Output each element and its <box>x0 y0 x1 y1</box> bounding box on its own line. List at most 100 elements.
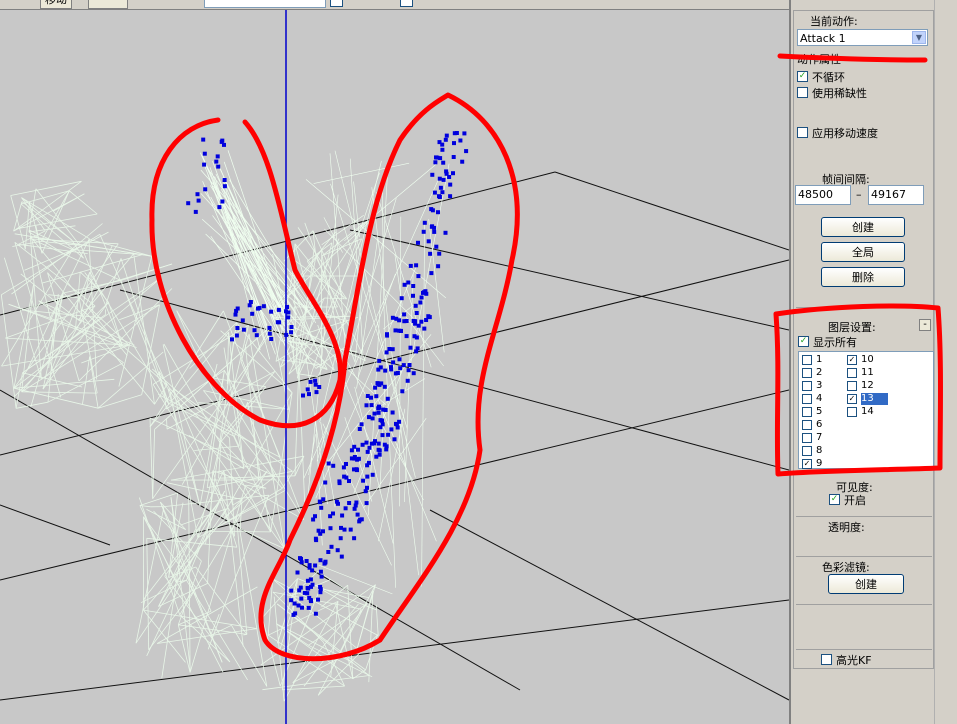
keyframe-point <box>318 558 323 563</box>
layer-checkbox[interactable] <box>802 407 812 417</box>
keyframe-point <box>369 403 374 408</box>
layer-list[interactable]: 1 2 3 4 5 6 7 8 ✓ 9 ✓ 10 11 12 ✓ 13 14 <box>798 351 934 469</box>
layer-label[interactable]: 11 <box>861 367 874 379</box>
floor-grid-line <box>554 171 789 251</box>
keyframe-point <box>267 325 272 330</box>
keyframe-point <box>195 192 200 197</box>
keyframe-point <box>331 511 335 516</box>
keyframe-point <box>390 315 395 320</box>
bone-line <box>217 163 291 317</box>
create-button[interactable]: 创建 <box>821 217 905 237</box>
tab-move[interactable]: 移动 <box>40 0 72 9</box>
scene-canvas[interactable] <box>0 0 789 724</box>
layer-checkbox[interactable] <box>802 446 812 456</box>
keyframe-point <box>326 461 331 466</box>
layer-checkbox[interactable]: ✓ <box>847 355 857 365</box>
keyframe-point <box>438 185 443 190</box>
keyframe-point <box>408 345 413 350</box>
layer-label[interactable]: 12 <box>861 380 874 392</box>
keyframe-point <box>360 442 365 447</box>
layer-label[interactable]: 1 <box>816 354 822 366</box>
layer-label[interactable]: 8 <box>816 445 822 457</box>
keyframe-point <box>370 416 375 421</box>
keyframe-point <box>391 360 396 365</box>
toolbar-dropdown[interactable] <box>204 0 326 8</box>
layer-checkbox[interactable] <box>847 407 857 417</box>
color-filter-label: 色彩滤镜: <box>822 561 870 574</box>
keyframe-point <box>443 137 448 142</box>
keyframe-point <box>397 357 402 362</box>
show-all-checkbox[interactable]: ✓ <box>798 336 809 347</box>
layer-label[interactable]: 5 <box>816 406 822 418</box>
keyframe-point <box>318 590 323 595</box>
keyframe-point <box>311 517 316 522</box>
delete-button[interactable]: 删除 <box>821 267 905 287</box>
no-loop-checkbox[interactable]: ✓ <box>797 71 808 82</box>
wireframe-edge <box>89 356 99 409</box>
use-sparse-label: 使用稀缺性 <box>812 87 867 100</box>
layer-checkbox[interactable] <box>802 394 812 404</box>
layer-checkbox[interactable]: ✓ <box>847 394 857 404</box>
keyframe-point <box>216 164 221 169</box>
keyframe-point <box>365 485 369 490</box>
current-action-label: 当前动作: <box>810 15 858 28</box>
toolbar-checkbox-2[interactable] <box>400 0 413 7</box>
layer-label[interactable]: 14 <box>861 406 874 418</box>
keyframe-point <box>373 385 378 390</box>
panel-scrollbar[interactable] <box>934 0 957 724</box>
keyframe-point <box>316 597 320 602</box>
toolbar-checkbox-1[interactable] <box>330 0 343 7</box>
keyframe-point <box>406 280 411 285</box>
layer-checkbox[interactable]: ✓ <box>802 459 812 469</box>
apply-move-speed-checkbox[interactable] <box>797 127 808 138</box>
keyframe-point <box>402 312 407 317</box>
keyframe-point <box>400 389 405 394</box>
use-sparse-checkbox[interactable] <box>797 87 808 98</box>
keyframe-point <box>304 559 309 563</box>
layer-label[interactable]: 13 <box>861 393 888 405</box>
layer-label[interactable]: 3 <box>816 380 822 392</box>
keyframe-point <box>308 577 313 582</box>
global-button[interactable]: 全局 <box>821 242 905 262</box>
keyframe-point <box>443 230 448 235</box>
current-action-dropdown[interactable]: Attack 1 ▼ <box>797 29 928 46</box>
keyframe-point <box>313 536 318 541</box>
keyframe-point <box>437 194 441 199</box>
layer-label[interactable]: 10 <box>861 354 874 366</box>
keyframe-point <box>401 363 406 368</box>
properties-group: 当前动作: Attack 1 ▼ 动作属性 ✓ 不循环 使用稀缺性 应用移动速度… <box>793 10 934 669</box>
keyframe-point <box>308 379 313 384</box>
layer-checkbox[interactable] <box>802 433 812 443</box>
wireframe-edge <box>292 603 359 683</box>
divider <box>796 307 932 308</box>
layer-checkbox[interactable] <box>802 420 812 430</box>
chevron-down-icon[interactable]: ▼ <box>912 31 926 44</box>
3d-viewport[interactable] <box>0 0 789 724</box>
layer-label[interactable]: 4 <box>816 393 822 405</box>
highlight-kf-checkbox[interactable] <box>821 654 832 665</box>
bone-line <box>313 162 410 184</box>
wireframe-edge <box>20 190 70 205</box>
frame-end-input[interactable]: 49167 <box>868 185 924 205</box>
layer-checkbox[interactable] <box>802 381 812 391</box>
layer-checkbox[interactable] <box>802 355 812 365</box>
keyframe-point <box>365 474 370 479</box>
keyframe-point <box>437 251 442 256</box>
wireframe-edge <box>207 600 227 650</box>
frame-start-input[interactable]: 48500 <box>795 185 851 205</box>
layer-checkbox[interactable] <box>802 368 812 378</box>
layer-checkbox[interactable] <box>847 381 857 391</box>
wireframe-edge <box>11 249 73 295</box>
layer-label[interactable]: 2 <box>816 367 822 379</box>
layer-label[interactable]: 6 <box>816 419 822 431</box>
color-filter-create-button[interactable]: 创建 <box>828 574 904 594</box>
layer-label[interactable]: 7 <box>816 432 822 444</box>
layer-checkbox[interactable] <box>847 368 857 378</box>
keyframe-point <box>289 598 294 603</box>
enable-checkbox[interactable]: ✓ <box>829 494 840 505</box>
collapse-layer-button[interactable]: - <box>919 319 931 331</box>
keyframe-point <box>343 506 348 511</box>
wireframe-edge <box>243 634 247 636</box>
tab-blank[interactable] <box>88 0 128 9</box>
layer-label[interactable]: 9 <box>816 458 822 470</box>
